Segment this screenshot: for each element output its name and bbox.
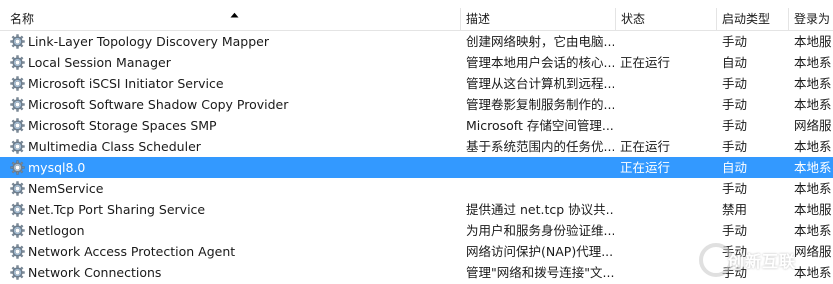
service-name: Netlogon xyxy=(28,223,85,238)
service-description: Microsoft 存储空间管理... xyxy=(466,118,614,133)
service-row[interactable]: Local Session Manager 管理本地用户会话的核心... 正在运… xyxy=(0,52,833,73)
column-header-status-label: 状态 xyxy=(621,12,646,26)
service-startup-type: 手动 xyxy=(722,34,748,49)
service-name: Link-Layer Topology Discovery Mapper xyxy=(28,34,269,49)
service-row[interactable]: Microsoft iSCSI Initiator Service 管理从这台计… xyxy=(0,73,833,94)
column-header-startup-type-label: 启动类型 xyxy=(722,12,771,26)
service-row[interactable]: Net.Tcp Port Sharing Service 提供通过 net.tc… xyxy=(0,199,833,220)
column-header-startup-type[interactable]: 启动类型 xyxy=(717,8,789,30)
service-description: 为用户和服务身份验证维... xyxy=(466,223,614,238)
service-gear-icon xyxy=(10,160,25,175)
service-description: 提供通过 net.tcp 协议共... xyxy=(466,202,614,217)
service-status xyxy=(620,199,712,220)
service-gear-icon xyxy=(10,139,25,154)
service-startup-type: 自动 xyxy=(722,160,748,175)
watermark-text: 创新互联 xyxy=(728,252,797,271)
service-startup-type: 手动 xyxy=(722,139,748,154)
service-logon-as: 本地系 xyxy=(794,97,832,112)
service-row[interactable]: Link-Layer Topology Discovery Mapper 创建网… xyxy=(0,31,833,52)
service-gear-icon xyxy=(10,265,25,280)
service-gear-icon xyxy=(10,76,25,91)
service-status xyxy=(620,31,712,52)
column-header-name-label: 名称 xyxy=(10,12,35,26)
service-status: 正在运行 xyxy=(620,160,671,175)
service-startup-type: 手动 xyxy=(722,118,748,133)
service-logon-as: 本地服 xyxy=(794,202,832,217)
service-description: 创建网络映射，它由电脑... xyxy=(466,34,614,49)
service-description: 管理本地用户会话的核心... xyxy=(466,55,614,70)
service-gear-icon xyxy=(10,181,25,196)
service-name: Multimedia Class Scheduler xyxy=(28,139,201,154)
service-logon-as: 本地系 xyxy=(794,181,832,196)
service-description: 基于系统范围内的任务优... xyxy=(466,139,614,154)
sort-ascending-icon xyxy=(230,12,239,18)
service-name: Microsoft iSCSI Initiator Service xyxy=(28,76,224,91)
service-startup-type: 禁用 xyxy=(722,202,748,217)
services-list-view: 名称 描述 状态 启动类型 登录为 Link-Layer Topology Di… xyxy=(0,0,833,284)
service-description xyxy=(466,178,614,199)
service-name: NemService xyxy=(28,181,104,196)
service-description: 管理卷影复制服务制作的... xyxy=(466,97,614,112)
service-description: 网络访问保护(NAP)代理... xyxy=(466,244,614,259)
service-startup-type: 手动 xyxy=(722,76,748,91)
column-header-logon-as-label: 登录为 xyxy=(794,12,831,26)
service-name: Microsoft Software Shadow Copy Provider xyxy=(28,97,289,112)
service-row[interactable]: Microsoft Storage Spaces SMP Microsoft 存… xyxy=(0,115,833,136)
service-status xyxy=(620,178,712,199)
service-gear-icon xyxy=(10,55,25,70)
service-description: 管理"网络和拨号连接"文... xyxy=(466,265,614,280)
service-name: Local Session Manager xyxy=(28,55,171,70)
service-gear-icon xyxy=(10,34,25,49)
watermark-logo: 创新互联 xyxy=(696,238,833,282)
service-name: Microsoft Storage Spaces SMP xyxy=(28,118,217,133)
service-status: 正在运行 xyxy=(620,55,671,70)
service-gear-icon xyxy=(10,97,25,112)
service-name: Network Access Protection Agent xyxy=(28,244,236,259)
service-status xyxy=(620,94,712,115)
service-gear-icon xyxy=(10,202,25,217)
service-status: 正在运行 xyxy=(620,139,671,154)
service-row[interactable]: Microsoft Software Shadow Copy Provider … xyxy=(0,94,833,115)
service-startup-type: 手动 xyxy=(722,97,748,112)
service-name: Net.Tcp Port Sharing Service xyxy=(28,202,206,217)
service-name: Network Connections xyxy=(28,265,162,280)
service-logon-as: 本地系 xyxy=(794,139,832,154)
column-header-logon-as[interactable]: 登录为 xyxy=(789,8,833,30)
service-row[interactable]: NemService 手动 本地系 xyxy=(0,178,833,199)
service-gear-icon xyxy=(10,223,25,238)
service-gear-icon xyxy=(10,244,25,259)
service-logon-as: 本地系 xyxy=(794,55,832,70)
service-startup-type: 手动 xyxy=(722,181,748,196)
column-header-description-label: 描述 xyxy=(466,12,491,26)
service-description: 管理从这台计算机到远程... xyxy=(466,76,614,91)
service-row[interactable]: mysql8.0 正在运行 自动 本地系 xyxy=(0,157,833,178)
service-logon-as: 本地系 xyxy=(794,160,832,175)
service-name: mysql8.0 xyxy=(28,160,86,175)
service-logon-as: 网络服 xyxy=(794,118,832,133)
service-status xyxy=(620,73,712,94)
service-gear-icon xyxy=(10,118,25,133)
column-header-description[interactable]: 描述 xyxy=(461,8,616,30)
column-header-status[interactable]: 状态 xyxy=(616,8,717,30)
service-logon-as: 本地系 xyxy=(794,76,832,91)
service-status xyxy=(620,115,712,136)
service-logon-as: 本地服 xyxy=(794,34,832,49)
service-row[interactable]: Multimedia Class Scheduler 基于系统范围内的任务优..… xyxy=(0,136,833,157)
service-startup-type: 自动 xyxy=(722,55,748,70)
service-description xyxy=(466,157,614,178)
column-header-bar: 名称 描述 状态 启动类型 登录为 xyxy=(0,8,833,31)
